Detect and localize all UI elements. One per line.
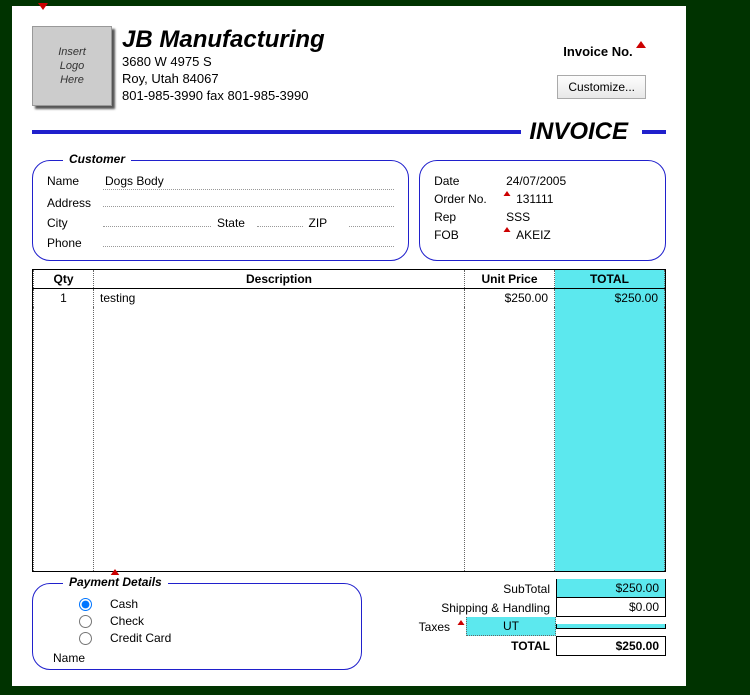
- invoice-no-label: Invoice No.: [563, 44, 632, 59]
- payment-legend: Payment Details: [63, 575, 168, 589]
- company-name: JB Manufacturing: [122, 26, 325, 54]
- cash-label: Cash: [110, 597, 138, 611]
- price-cell[interactable]: $250.00: [465, 289, 555, 308]
- address-label: Address: [47, 196, 103, 210]
- state-label: State: [217, 216, 257, 230]
- customer-phone-field[interactable]: [103, 232, 394, 247]
- table-row[interactable]: [34, 307, 665, 571]
- check-label: Check: [110, 614, 144, 628]
- rep-field[interactable]: SSS: [504, 209, 651, 225]
- cash-radio[interactable]: [79, 598, 92, 611]
- customer-address-field[interactable]: [103, 192, 394, 207]
- payer-name-label: Name: [53, 651, 103, 665]
- desc-header: Description: [94, 270, 465, 289]
- meta-panel: Date 24/07/2005 Order No. 131111 Rep SSS…: [419, 160, 666, 261]
- divider: [642, 130, 666, 134]
- zip-label: ZIP: [309, 216, 349, 230]
- logo-placeholder[interactable]: Insert Logo Here: [32, 26, 112, 106]
- check-radio[interactable]: [79, 615, 92, 628]
- rep-label: Rep: [434, 210, 504, 224]
- qty-header: Qty: [34, 270, 94, 289]
- order-label: Order No.: [434, 192, 504, 206]
- subtotal-amount: $250.00: [556, 579, 666, 598]
- customer-panel: Customer Name Dogs Body Address City Sta…: [32, 160, 409, 261]
- customize-button[interactable]: Customize...: [557, 75, 646, 99]
- customer-city-field[interactable]: [103, 212, 211, 227]
- qty-cell[interactable]: 1: [34, 289, 94, 308]
- company-street: 3680 W 4975 S: [122, 54, 325, 71]
- customer-zip-field[interactable]: [349, 212, 395, 227]
- customer-name-field[interactable]: Dogs Body: [103, 173, 394, 190]
- phone-label: Phone: [47, 236, 103, 250]
- customer-legend: Customer: [63, 152, 131, 166]
- tax-code-field[interactable]: UT: [466, 617, 556, 636]
- date-field[interactable]: 24/07/2005: [504, 173, 651, 189]
- subtotal-label: SubTotal: [406, 580, 556, 598]
- shipping-label: Shipping & Handling: [406, 599, 556, 617]
- table-row[interactable]: 1 testing $250.00 $250.00: [34, 289, 665, 308]
- document-title: INVOICE: [521, 118, 636, 146]
- grand-total-label: TOTAL: [406, 637, 556, 655]
- cc-label: Credit Card: [110, 631, 171, 645]
- fob-label: FOB: [434, 228, 504, 242]
- grand-total-amount: $250.00: [556, 636, 666, 656]
- taxes-amount: [556, 624, 666, 629]
- company-phone: 801-985-3990 fax 801-985-3990: [122, 88, 325, 105]
- city-label: City: [47, 216, 103, 230]
- price-header: Unit Price: [465, 270, 555, 289]
- total-header: TOTAL: [555, 270, 665, 289]
- total-cell[interactable]: $250.00: [555, 289, 665, 308]
- date-label: Date: [434, 174, 504, 188]
- taxes-label: Taxes: [396, 618, 456, 636]
- fob-field[interactable]: AKEIZ: [514, 227, 651, 243]
- divider: [32, 130, 521, 134]
- desc-cell[interactable]: testing: [94, 289, 465, 308]
- line-items-table: Qty Description Unit Price TOTAL 1 testi…: [33, 270, 665, 571]
- company-city: Roy, Utah 84067: [122, 71, 325, 88]
- payment-panel: Payment Details Cash Check Credit Card N…: [32, 583, 362, 670]
- cc-radio[interactable]: [79, 632, 92, 645]
- order-field[interactable]: 131111: [514, 191, 651, 207]
- customer-state-field[interactable]: [257, 212, 303, 227]
- name-label: Name: [47, 174, 103, 188]
- shipping-amount[interactable]: $0.00: [556, 598, 666, 617]
